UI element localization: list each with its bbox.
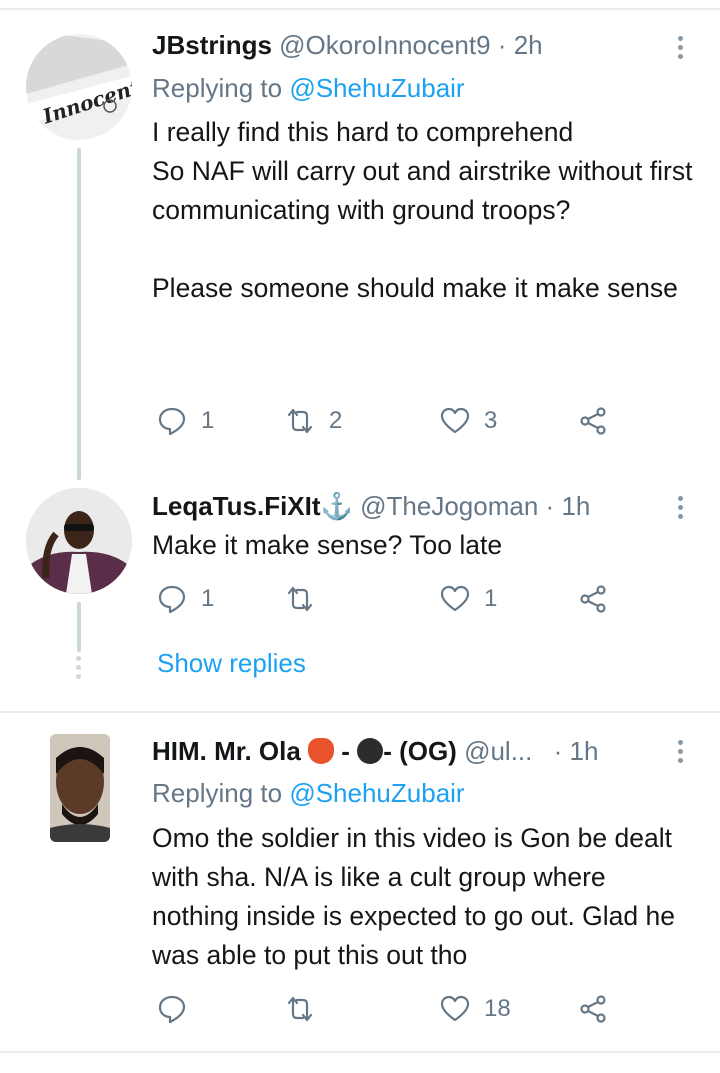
tweet-2[interactable]: LeqaTus.FiXIt⚓ @TheJogoman · 1h Make it … [0,480,720,710]
avatar-image [50,734,110,842]
display-name-suffix: - (OG) [383,736,457,766]
user-handle[interactable]: @OkoroInnocent9 [279,30,490,60]
separator-dot: · [497,30,507,60]
avatar[interactable] [26,488,132,594]
heart-icon [440,407,470,434]
retweet-icon [287,408,313,434]
retweet-button[interactable] [285,994,329,1024]
timestamp[interactable]: 1h [561,491,590,521]
tweet-text: Make it make sense? Too late [152,530,503,560]
display-name[interactable]: HIM. Mr. Ola [152,736,301,766]
reply-button[interactable] [157,994,201,1024]
retweet-button[interactable]: 2 [285,406,342,436]
retweet-icon [287,586,313,612]
user-handle[interactable]: @ul... [464,736,532,766]
reply-icon [158,407,186,436]
tweet-header: JBstrings @OkoroInnocent9 · 2h [152,29,543,61]
tweet-divider [0,1051,720,1053]
share-icon [580,585,606,613]
tweet-divider [0,711,720,713]
avatar-image [26,488,132,594]
action-bar: 1 1 [157,584,617,624]
more-options-icon[interactable] [678,36,684,63]
tweet-text: Omo the soldier in this video is Gon be … [152,823,675,970]
display-name-separator: - [341,736,350,766]
avatar-image: Innocent [26,34,132,140]
show-replies-link[interactable]: Show replies [157,648,306,679]
reply-count: 1 [201,585,215,612]
replying-to-label: Replying to [152,73,283,103]
replying-to: Replying to @ShehuZubair [152,72,465,104]
like-button[interactable]: 3 [440,406,497,436]
avatar[interactable] [50,734,110,842]
anchor-icon: ⚓ [320,491,353,521]
user-handle[interactable]: @TheJogoman [360,491,538,521]
separator-dot: · [545,491,555,521]
heart-icon [440,995,470,1022]
tweet-text: I really find this hard to comprehend So… [152,117,693,303]
tweet-3[interactable]: HIM. Mr. Ola - - (OG) @ul... · 1h Replyi… [0,714,720,1054]
more-options-icon[interactable] [678,740,684,767]
share-button[interactable] [579,406,609,436]
display-name[interactable]: JBstrings [152,30,272,60]
tweet-1[interactable]: Innocent JBstrings @OkoroInnocent9 · 2h … [0,0,720,480]
tweet-header: LeqaTus.FiXIt⚓ @TheJogoman · 1h [152,490,590,522]
retweet-icon [287,996,313,1022]
replying-to-label: Replying to [152,778,283,808]
reply-count: 1 [201,407,215,434]
reply-button[interactable]: 1 [157,406,214,436]
like-button[interactable]: 1 [440,584,497,614]
display-name[interactable]: LeqaTus.FiXIt [152,491,321,521]
reply-button[interactable]: 1 [157,584,214,614]
share-button[interactable] [579,994,609,1024]
reply-icon [158,585,186,614]
like-button[interactable]: 18 [440,994,511,1024]
retweet-count: 2 [329,407,343,434]
separator-dot: · [553,736,563,766]
gorilla-emoji-icon [357,738,384,764]
reply-icon [158,995,186,1024]
share-button[interactable] [579,584,609,614]
heart-icon [440,585,470,612]
like-count: 18 [484,995,511,1022]
timestamp[interactable]: 2h [514,30,543,60]
more-options-icon[interactable] [678,496,684,523]
share-icon [580,407,606,435]
action-bar: 1 2 3 [157,406,617,446]
crab-emoji-icon [308,738,335,764]
replying-to-mention[interactable]: @ShehuZubair [289,778,464,808]
replying-to-mention[interactable]: @ShehuZubair [289,73,464,103]
thread-line [77,148,81,480]
thread-line [77,602,81,652]
replying-to: Replying to @ShehuZubair [152,777,465,809]
action-bar: 18 [157,994,617,1034]
like-count: 1 [484,585,498,612]
share-icon [580,995,606,1023]
timestamp[interactable]: 1h [570,736,599,766]
avatar[interactable]: Innocent [26,34,132,140]
retweet-button[interactable] [285,584,329,614]
thread-continuation-icon [76,656,82,683]
like-count: 3 [484,407,498,434]
tweet-header: HIM. Mr. Ola - - (OG) @ul... · 1h [152,735,598,767]
